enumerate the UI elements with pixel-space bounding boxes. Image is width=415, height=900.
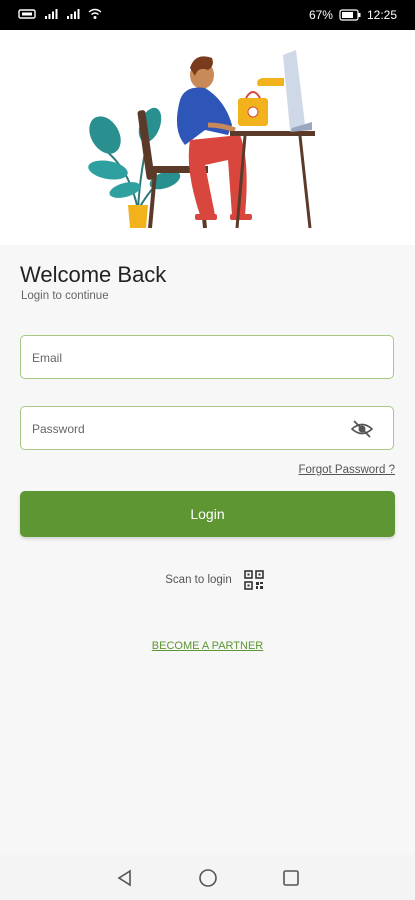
email-input[interactable] [30,336,354,380]
qr-code-icon[interactable] [243,570,264,590]
email-field[interactable] [20,335,394,380]
wifi-icon [88,8,102,19]
shopping-bag-icon [238,78,284,126]
page-subtitle: Login to continue [21,290,109,302]
sim-icon [18,9,36,19]
scan-label[interactable]: Scan to login [165,574,232,586]
android-nav-bar [0,855,415,900]
battery-icon [339,9,361,21]
recents-icon[interactable] [282,869,300,887]
visibility-off-icon[interactable] [351,419,373,439]
hero-illustration [0,30,415,245]
status-icons-right: 67% 12:25 [309,8,397,22]
become-partner-link[interactable]: BECOME A PARTNER [0,640,415,652]
password-field[interactable] [20,406,394,451]
monitor-icon [283,50,312,132]
scan-to-login[interactable]: Scan to login [0,570,415,590]
home-icon[interactable] [198,868,218,888]
status-icons-left [18,8,102,20]
signal-icon-2 [67,9,80,19]
login-button[interactable]: Login [20,491,395,537]
status-bar: 67% 12:25 [0,0,415,30]
page-title: Welcome Back [20,262,167,287]
back-icon[interactable] [116,869,134,887]
password-input[interactable] [30,407,354,451]
clock: 12:25 [366,8,397,22]
battery-percent: 67% [308,8,333,22]
shopping-illustration [88,50,315,229]
signal-icon [45,9,58,19]
forgot-password-link[interactable]: Forgot Password ? [298,464,395,476]
